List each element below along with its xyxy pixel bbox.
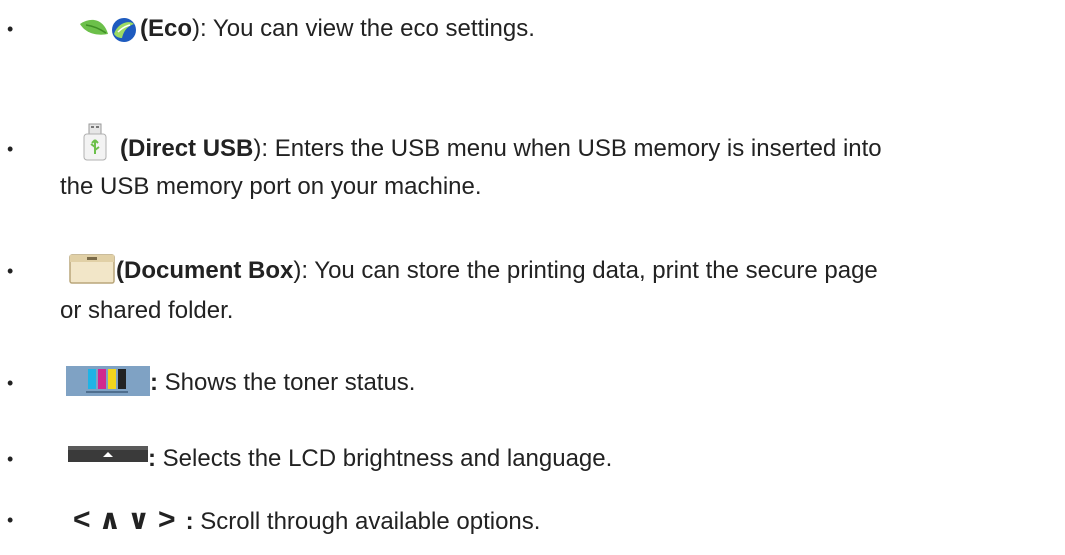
item-description: Enters the USB menu when USB memory is i…: [268, 135, 882, 162]
usb-drive-icon: [83, 123, 107, 161]
brightness-tab-icon: [68, 445, 148, 462]
list-item-text: : Selects the LCD brightness and languag…: [68, 442, 612, 476]
bullet: •: [7, 261, 14, 281]
list-item-text: (Document Box): You can store the printi…: [69, 253, 878, 288]
paren-close: ):: [192, 15, 207, 42]
paren-close: ):: [253, 135, 269, 162]
document-box-icon: [69, 253, 115, 284]
toner-status-icon: [66, 365, 150, 396]
item-description: Selects the LCD brightness and language.: [156, 445, 613, 472]
paren-open: (: [120, 135, 128, 162]
right-arrow-icon: >: [158, 503, 176, 536]
bullet: •: [7, 510, 14, 530]
bullet: •: [7, 449, 14, 469]
item-description: Scroll through available options.: [193, 508, 541, 535]
down-arrow-icon: ∨: [127, 504, 151, 535]
paren-open: (: [140, 15, 148, 42]
item-description: Shows the toner status.: [158, 369, 416, 396]
item-description: You can view the eco settings.: [206, 15, 535, 42]
list-item-text: : Shows the toner status.: [66, 365, 416, 400]
item-colon: :: [150, 369, 158, 396]
up-arrow-icon: ∧: [98, 504, 122, 535]
eco-leaf-icon: [80, 17, 136, 42]
item-colon: :: [148, 445, 156, 472]
bullet: •: [7, 373, 14, 393]
item-name: Eco: [148, 15, 193, 42]
list-item-text-continued: the USB memory port on your machine.: [60, 173, 482, 200]
list-item-text: (Direct USB): Enters the USB menu when U…: [78, 123, 882, 166]
list-item-text-continued: or shared folder.: [60, 297, 234, 324]
item-name: Document Box: [124, 257, 294, 284]
item-name: Direct USB: [128, 135, 254, 162]
bullet: •: [7, 19, 14, 39]
paren-open: (: [116, 257, 124, 284]
paren-close: ):: [293, 257, 309, 284]
item-description: You can store the printing data, print t…: [308, 257, 878, 284]
item-colon: :: [185, 508, 194, 535]
bullet: •: [7, 139, 14, 159]
list-item-text: (Eco): You can view the eco settings.: [78, 12, 535, 46]
list-item-text: < ∧ ∨ >: Scroll through available options.: [73, 503, 540, 539]
left-arrow-icon: <: [73, 503, 91, 536]
